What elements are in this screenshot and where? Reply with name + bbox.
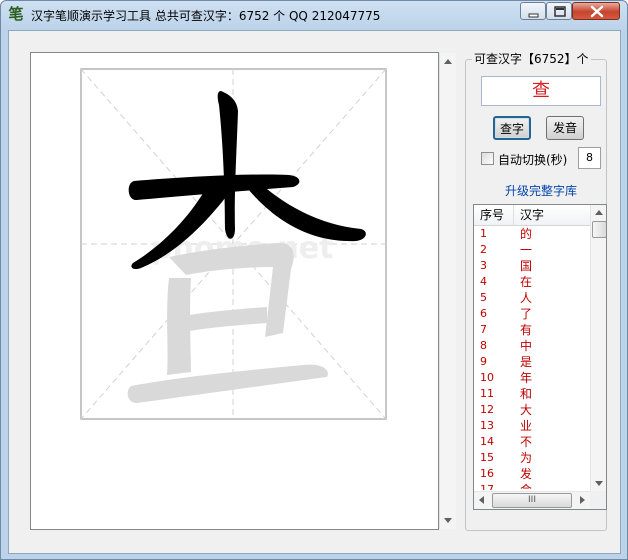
list-item-number: 11 xyxy=(480,387,494,400)
minimize-button[interactable] xyxy=(520,2,546,20)
close-button[interactable] xyxy=(572,2,620,20)
auto-switch-label[interactable]: 自动切换(秒) xyxy=(498,151,567,168)
scroll-right-icon[interactable] xyxy=(580,496,585,504)
list-item[interactable]: 11 和 xyxy=(474,386,590,402)
list-item[interactable]: 9是 xyxy=(474,354,590,370)
scroll-down-icon[interactable] xyxy=(444,518,452,523)
minimize-icon xyxy=(528,13,539,18)
list-item[interactable]: 17 会 xyxy=(474,482,590,490)
list-item[interactable]: 8中 xyxy=(474,338,590,354)
list-item[interactable]: 14 不 xyxy=(474,434,590,450)
list-item-char: 不 xyxy=(520,435,533,449)
client-area: phome.net 可查汉字【6752】个 xyxy=(8,30,621,554)
scroll-thumb-horizontal[interactable]: III xyxy=(492,493,572,508)
close-icon xyxy=(590,5,604,18)
list-item-char: 一 xyxy=(520,243,533,257)
scroll-up-icon[interactable] xyxy=(444,59,452,64)
list-item-char: 有 xyxy=(520,323,533,337)
list-horizontal-scrollbar[interactable]: III xyxy=(474,491,590,509)
scroll-down-icon[interactable] xyxy=(595,481,603,486)
list-item[interactable]: 2一 xyxy=(474,242,590,258)
list-item-char: 是 xyxy=(520,355,533,369)
stroke-ri-left xyxy=(167,278,191,375)
list-item-number: 10 xyxy=(480,371,494,384)
list-rows: 1 的 2 一 3 国 4 在 5 人 6 了 7 有 8 中 9 是 10 年 11 和 12 大 13 业 14 不 15 为 16 发 1… xyxy=(474,226,590,490)
list-item-char: 在 xyxy=(520,275,533,289)
list-item-number: 7 xyxy=(480,323,487,336)
list-item[interactable]: 7有 xyxy=(474,322,590,338)
list-item[interactable]: 4在 xyxy=(474,274,590,290)
list-item-char: 和 xyxy=(520,387,533,401)
list-item-char: 国 xyxy=(520,259,533,273)
list-item-number: 9 xyxy=(480,355,487,368)
scroll-left-icon[interactable] xyxy=(479,496,484,504)
column-header-char[interactable]: 汉字 xyxy=(514,205,590,226)
list-item-number: 2 xyxy=(480,243,487,256)
stroke-canvas-panel: phome.net xyxy=(30,52,456,530)
list-item[interactable]: 16 发 xyxy=(474,466,590,482)
search-char-button[interactable]: 查字 xyxy=(493,116,531,140)
list-item[interactable]: 1的 xyxy=(474,226,590,242)
upgrade-library-link[interactable]: 升级完整字库 xyxy=(505,182,577,199)
list-item-number: 17 xyxy=(480,483,494,490)
scroll-up-icon[interactable] xyxy=(595,210,603,215)
list-item-number: 5 xyxy=(480,291,487,304)
char-list[interactable]: 序号 汉字 1 的 2 一 3 国 4 在 5 人 6 了 7 有 8 中 9 是 10 年 11 和 12 大 13 业 14 不 1… xyxy=(473,204,607,510)
app-window: 笔 汉字笔顺演示学习工具 总共可查汉字：6752 个 QQ 212047775 … xyxy=(0,0,628,560)
list-item[interactable]: 10 年 xyxy=(474,370,590,386)
title-bar[interactable]: 笔 汉字笔顺演示学习工具 总共可查汉字：6752 个 QQ 212047775 xyxy=(1,1,627,29)
list-item-char: 发 xyxy=(520,467,533,481)
list-item[interactable]: 6了 xyxy=(474,306,590,322)
column-header-number[interactable]: 序号 xyxy=(474,205,514,226)
list-item-char: 大 xyxy=(520,403,533,417)
app-logo-icon: 笔 xyxy=(8,5,24,23)
list-item-number: 4 xyxy=(480,275,487,288)
pronounce-button[interactable]: 发音 xyxy=(546,116,584,140)
list-vertical-scrollbar[interactable] xyxy=(590,205,606,491)
list-header: 序号 汉字 xyxy=(474,205,590,226)
list-item-char: 中 xyxy=(520,339,533,353)
list-item-char: 年 xyxy=(520,371,533,385)
list-item-char: 业 xyxy=(520,419,533,433)
list-item[interactable]: 5人 xyxy=(474,290,590,306)
list-item-number: 15 xyxy=(480,451,494,464)
window-title: 汉字笔顺演示学习工具 总共可查汉字：6752 个 QQ 212047775 xyxy=(31,9,381,23)
list-item-char: 会 xyxy=(520,483,533,490)
list-item[interactable]: 15 为 xyxy=(474,450,590,466)
seconds-input[interactable]: 8 xyxy=(578,147,601,169)
list-item-number: 3 xyxy=(480,259,487,272)
stroke-canvas: phome.net xyxy=(80,68,387,420)
list-item-char: 的 xyxy=(520,227,533,241)
list-item-number: 12 xyxy=(480,403,494,416)
list-item-number: 13 xyxy=(480,419,494,432)
list-item-number: 14 xyxy=(480,435,494,448)
list-item-char: 人 xyxy=(520,291,533,305)
list-item-char: 为 xyxy=(520,451,533,465)
maximize-icon xyxy=(554,6,566,17)
current-char-display[interactable]: 查 xyxy=(481,76,601,106)
list-item-number: 16 xyxy=(480,467,494,480)
list-item-number: 8 xyxy=(480,339,487,352)
groupbox-title: 可查汉字【6752】个 xyxy=(472,50,591,67)
list-item[interactable]: 13 业 xyxy=(474,418,590,434)
scroll-thumb[interactable] xyxy=(592,221,606,238)
list-item[interactable]: 3国 xyxy=(474,258,590,274)
list-item-number: 6 xyxy=(480,307,487,320)
scrollbar-corner xyxy=(590,491,606,509)
list-item-number: 1 xyxy=(480,227,487,240)
list-item-char: 了 xyxy=(520,307,533,321)
auto-switch-checkbox[interactable] xyxy=(481,152,494,165)
list-item[interactable]: 12 大 xyxy=(474,402,590,418)
maximize-button[interactable] xyxy=(546,2,572,20)
canvas-vertical-scrollbar[interactable] xyxy=(439,53,456,529)
